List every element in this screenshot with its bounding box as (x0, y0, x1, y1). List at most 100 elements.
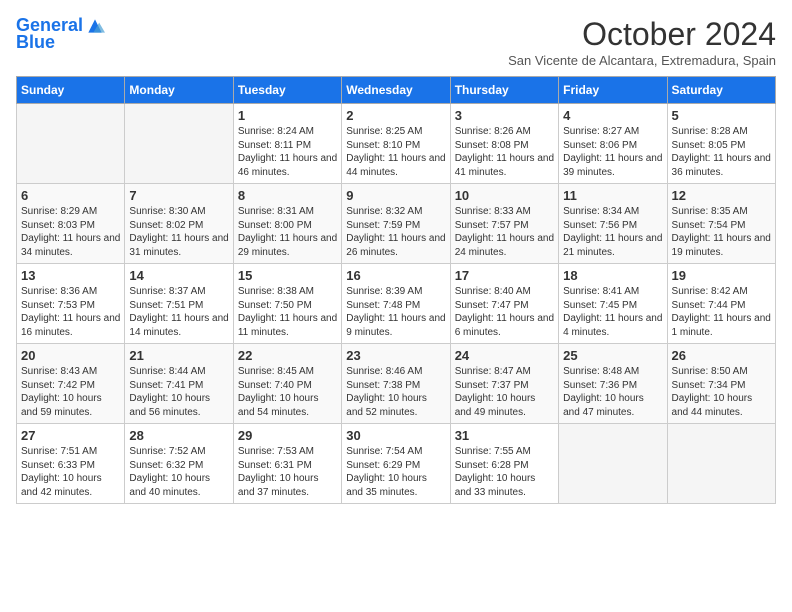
calendar-cell (17, 104, 125, 184)
day-number: 19 (672, 268, 771, 283)
day-number: 10 (455, 188, 554, 203)
day-number: 20 (21, 348, 120, 363)
calendar-cell: 19 Sunrise: 8:42 AM Sunset: 7:44 PM Dayli… (667, 264, 775, 344)
calendar-cell: 2 Sunrise: 8:25 AM Sunset: 8:10 PM Daylig… (342, 104, 450, 184)
calendar-cell: 10 Sunrise: 8:33 AM Sunset: 7:57 PM Dayli… (450, 184, 558, 264)
day-info: Sunrise: 8:25 AM Sunset: 8:10 PM Dayligh… (346, 125, 445, 179)
day-number: 12 (672, 188, 771, 203)
calendar-cell (559, 424, 667, 504)
day-number: 1 (238, 108, 337, 123)
calendar-cell: 1Sunrise: 8:24 AM Sunset: 8:11 PM Daylig… (233, 104, 341, 184)
calendar-cell: 20 Sunrise: 8:43 AM Sunset: 7:42 PM Dayli… (17, 344, 125, 424)
day-info: Sunrise: 8:45 AM Sunset: 7:40 PM Dayligh… (238, 365, 337, 419)
title-block: October 2024 San Vicente de Alcantara, E… (508, 16, 776, 68)
calendar-cell: 23 Sunrise: 8:46 AM Sunset: 7:38 PM Dayli… (342, 344, 450, 424)
calendar-cell: 8 Sunrise: 8:31 AM Sunset: 8:00 PM Daylig… (233, 184, 341, 264)
day-number: 11 (563, 188, 662, 203)
calendar-cell: 3 Sunrise: 8:26 AM Sunset: 8:08 PM Daylig… (450, 104, 558, 184)
day-info: Sunrise: 8:35 AM Sunset: 7:54 PM Dayligh… (672, 205, 771, 259)
day-number: 30 (346, 428, 445, 443)
day-number: 15 (238, 268, 337, 283)
calendar-cell: 7 Sunrise: 8:30 AM Sunset: 8:02 PM Daylig… (125, 184, 233, 264)
day-info: Sunrise: 8:36 AM Sunset: 7:53 PM Dayligh… (21, 285, 120, 339)
calendar-cell (667, 424, 775, 504)
calendar-cell: 17 Sunrise: 8:40 AM Sunset: 7:47 PM Dayli… (450, 264, 558, 344)
day-info: Sunrise: 8:27 AM Sunset: 8:06 PM Dayligh… (563, 125, 662, 179)
calendar-cell: 12 Sunrise: 8:35 AM Sunset: 7:54 PM Dayli… (667, 184, 775, 264)
day-info: Sunrise: 8:29 AM Sunset: 8:03 PM Dayligh… (21, 205, 120, 259)
day-number: 25 (563, 348, 662, 363)
day-info: Sunrise: 8:39 AM Sunset: 7:48 PM Dayligh… (346, 285, 445, 339)
month-title: October 2024 (508, 16, 776, 53)
day-number: 5 (672, 108, 771, 123)
calendar-cell: 14 Sunrise: 8:37 AM Sunset: 7:51 PM Dayli… (125, 264, 233, 344)
day-number: 23 (346, 348, 445, 363)
day-info: Sunrise: 8:26 AM Sunset: 8:08 PM Dayligh… (455, 125, 554, 179)
day-info: Sunrise: 8:31 AM Sunset: 8:00 PM Dayligh… (238, 205, 337, 259)
day-info: Sunrise: 8:34 AM Sunset: 7:56 PM Dayligh… (563, 205, 662, 259)
location: San Vicente de Alcantara, Extremadura, S… (508, 53, 776, 68)
day-number: 27 (21, 428, 120, 443)
day-info: Sunrise: 7:52 AM Sunset: 6:32 PM Dayligh… (129, 445, 228, 499)
day-info: Sunrise: 8:37 AM Sunset: 7:51 PM Dayligh… (129, 285, 228, 339)
day-number: 3 (455, 108, 554, 123)
calendar-cell: 4Sunrise: 8:27 AM Sunset: 8:06 PM Daylig… (559, 104, 667, 184)
calendar-cell: 30Sunrise: 7:54 AM Sunset: 6:29 PM Dayli… (342, 424, 450, 504)
day-info: Sunrise: 8:47 AM Sunset: 7:37 PM Dayligh… (455, 365, 554, 419)
calendar-cell: 9 Sunrise: 8:32 AM Sunset: 7:59 PM Daylig… (342, 184, 450, 264)
calendar-cell: 22 Sunrise: 8:45 AM Sunset: 7:40 PM Dayli… (233, 344, 341, 424)
day-number: 16 (346, 268, 445, 283)
day-info: Sunrise: 8:50 AM Sunset: 7:34 PM Dayligh… (672, 365, 771, 419)
day-number: 21 (129, 348, 228, 363)
page-header: General Blue October 2024 San Vicente de… (16, 16, 776, 68)
day-number: 8 (238, 188, 337, 203)
day-number: 18 (563, 268, 662, 283)
day-info: Sunrise: 8:28 AM Sunset: 8:05 PM Dayligh… (672, 125, 771, 179)
day-number: 29 (238, 428, 337, 443)
calendar-cell (125, 104, 233, 184)
calendar-cell: 5 Sunrise: 8:28 AM Sunset: 8:05 PM Daylig… (667, 104, 775, 184)
day-info: Sunrise: 8:30 AM Sunset: 8:02 PM Dayligh… (129, 205, 228, 259)
calendar-table: SundayMondayTuesdayWednesdayThursdayFrid… (16, 76, 776, 504)
day-number: 7 (129, 188, 228, 203)
week-row-3: 13 Sunrise: 8:36 AM Sunset: 7:53 PM Dayli… (17, 264, 776, 344)
calendar-cell: 11 Sunrise: 8:34 AM Sunset: 7:56 PM Dayli… (559, 184, 667, 264)
day-number: 22 (238, 348, 337, 363)
calendar-cell: 28 Sunrise: 7:52 AM Sunset: 6:32 PM Dayli… (125, 424, 233, 504)
day-info: Sunrise: 8:43 AM Sunset: 7:42 PM Dayligh… (21, 365, 120, 419)
week-row-5: 27 Sunrise: 7:51 AM Sunset: 6:33 PM Dayli… (17, 424, 776, 504)
calendar-cell: 18 Sunrise: 8:41 AM Sunset: 7:45 PM Dayli… (559, 264, 667, 344)
calendar-cell: 6 Sunrise: 8:29 AM Sunset: 8:03 PM Daylig… (17, 184, 125, 264)
logo-icon (85, 16, 105, 36)
day-number: 17 (455, 268, 554, 283)
week-row-4: 20 Sunrise: 8:43 AM Sunset: 7:42 PM Dayli… (17, 344, 776, 424)
logo: General Blue (16, 16, 105, 53)
calendar-cell: 31 Sunrise: 7:55 AM Sunset: 6:28 PM Dayli… (450, 424, 558, 504)
calendar-cell: 27 Sunrise: 7:51 AM Sunset: 6:33 PM Dayli… (17, 424, 125, 504)
day-number: 14 (129, 268, 228, 283)
day-info: Sunrise: 8:33 AM Sunset: 7:57 PM Dayligh… (455, 205, 554, 259)
day-number: 2 (346, 108, 445, 123)
calendar-cell: 26Sunrise: 8:50 AM Sunset: 7:34 PM Dayli… (667, 344, 775, 424)
day-info: Sunrise: 8:38 AM Sunset: 7:50 PM Dayligh… (238, 285, 337, 339)
weekday-header-row: SundayMondayTuesdayWednesdayThursdayFrid… (17, 77, 776, 104)
day-info: Sunrise: 7:51 AM Sunset: 6:33 PM Dayligh… (21, 445, 120, 499)
day-info: Sunrise: 8:41 AM Sunset: 7:45 PM Dayligh… (563, 285, 662, 339)
day-info: Sunrise: 8:32 AM Sunset: 7:59 PM Dayligh… (346, 205, 445, 259)
day-info: Sunrise: 8:40 AM Sunset: 7:47 PM Dayligh… (455, 285, 554, 339)
day-number: 13 (21, 268, 120, 283)
day-number: 31 (455, 428, 554, 443)
weekday-header-saturday: Saturday (667, 77, 775, 104)
day-number: 6 (21, 188, 120, 203)
week-row-2: 6 Sunrise: 8:29 AM Sunset: 8:03 PM Daylig… (17, 184, 776, 264)
day-number: 28 (129, 428, 228, 443)
day-info: Sunrise: 8:42 AM Sunset: 7:44 PM Dayligh… (672, 285, 771, 339)
day-number: 9 (346, 188, 445, 203)
day-info: Sunrise: 7:55 AM Sunset: 6:28 PM Dayligh… (455, 445, 554, 499)
day-info: Sunrise: 8:46 AM Sunset: 7:38 PM Dayligh… (346, 365, 445, 419)
calendar-cell: 21Sunrise: 8:44 AM Sunset: 7:41 PM Dayli… (125, 344, 233, 424)
day-info: Sunrise: 7:53 AM Sunset: 6:31 PM Dayligh… (238, 445, 337, 499)
calendar-cell: 13 Sunrise: 8:36 AM Sunset: 7:53 PM Dayli… (17, 264, 125, 344)
day-info: Sunrise: 8:48 AM Sunset: 7:36 PM Dayligh… (563, 365, 662, 419)
weekday-header-thursday: Thursday (450, 77, 558, 104)
